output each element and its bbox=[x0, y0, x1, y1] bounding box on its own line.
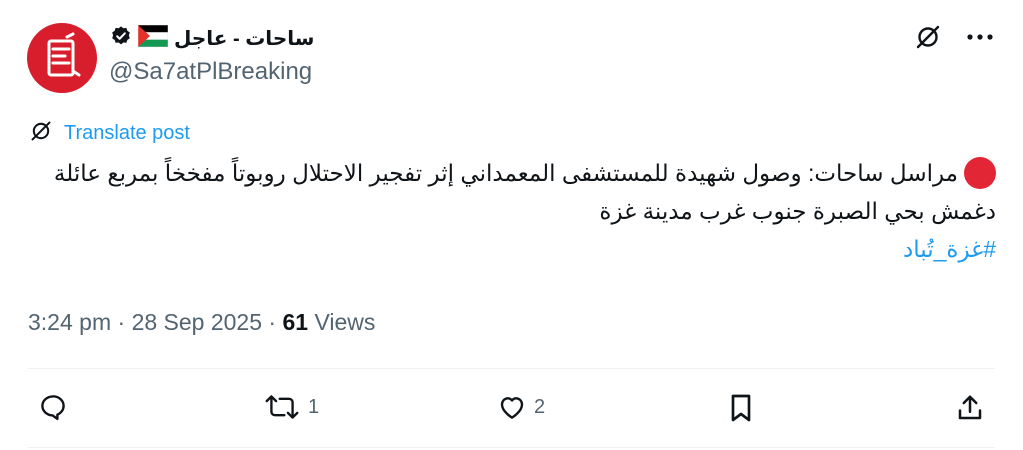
share-icon bbox=[958, 395, 982, 420]
tweet-time[interactable]: 3:24 pm bbox=[28, 309, 111, 335]
separator: · bbox=[268, 309, 283, 335]
account-handle[interactable]: @Sa7atPlBreaking bbox=[109, 58, 312, 86]
tweet-text: مراسل ساحات: وصول شهيدة للمستشفى المعمدا… bbox=[30, 154, 996, 268]
hashtag-link[interactable]: #غزة_تُباد bbox=[903, 236, 996, 262]
tweet-text-line: دغمش بحي الصبرة جنوب غرب مدينة غزة bbox=[599, 198, 996, 224]
avatar[interactable] bbox=[27, 23, 97, 93]
grok-icon[interactable] bbox=[915, 24, 941, 50]
author-name-row: ساحات - عاجل bbox=[110, 22, 314, 54]
tweet-date[interactable]: 28 Sep 2025 bbox=[132, 309, 262, 335]
like-icon bbox=[500, 397, 524, 419]
share-button[interactable] bbox=[955, 392, 985, 424]
reply-icon bbox=[41, 395, 65, 421]
tweet-meta: 3:24 pm · 28 Sep 2025 · 61 Views bbox=[28, 309, 375, 336]
grok-icon bbox=[30, 120, 52, 147]
palestine-flag-icon bbox=[137, 24, 169, 52]
bookmark-icon bbox=[731, 394, 751, 422]
translate-post-link[interactable]: Translate post bbox=[64, 122, 190, 145]
red-circle-icon bbox=[964, 157, 996, 189]
retweet-icon bbox=[265, 395, 299, 419]
views-count: 61 bbox=[282, 309, 309, 335]
separator: · bbox=[117, 309, 132, 335]
more-icon[interactable] bbox=[967, 33, 993, 41]
divider bbox=[28, 447, 995, 448]
top-actions bbox=[915, 24, 993, 50]
like-button[interactable]: 2 bbox=[496, 392, 545, 422]
views-label: Views bbox=[314, 309, 376, 335]
verified-badge-icon bbox=[110, 25, 132, 52]
divider bbox=[28, 368, 995, 369]
reply-button[interactable] bbox=[38, 392, 68, 422]
tweet-body: مراسل ساحات: وصول شهيدة للمستشفى المعمدا… bbox=[30, 154, 996, 230]
retweet-count: 1 bbox=[308, 395, 320, 418]
translate-row[interactable]: Translate post bbox=[30, 120, 190, 147]
channel-logo bbox=[47, 32, 81, 77]
tweet-text-line: مراسل ساحات: وصول شهيدة للمستشفى المعمدا… bbox=[53, 160, 958, 186]
retweet-button[interactable]: 1 bbox=[262, 392, 319, 422]
display-name[interactable]: ساحات - عاجل bbox=[174, 26, 314, 51]
bookmark-button[interactable] bbox=[727, 392, 755, 424]
action-bar: 1 2 bbox=[0, 382, 1023, 438]
like-count: 2 bbox=[534, 395, 546, 418]
